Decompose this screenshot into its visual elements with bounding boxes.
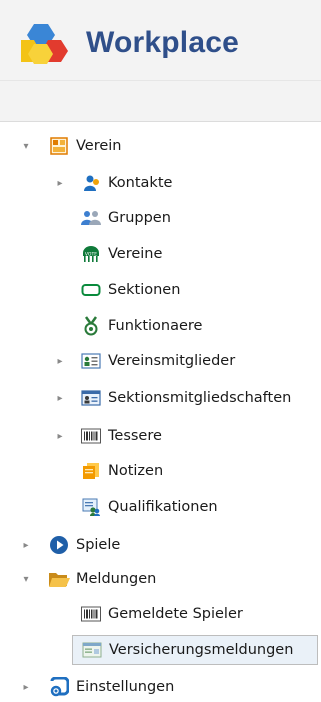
workplace-logo-icon — [21, 24, 68, 64]
expand-toggle-icon[interactable]: ▸ — [54, 383, 66, 413]
play-icon — [48, 534, 70, 556]
tag-icon — [80, 279, 102, 301]
collapse-toggle-icon[interactable]: ▾ — [20, 131, 32, 161]
tree-item-meldungen[interactable]: ▾ Meldungen — [0, 564, 321, 594]
expand-toggle-icon[interactable]: ▸ — [54, 346, 66, 376]
tree-item-einstellungen[interactable]: ▸ Einstellungen — [0, 672, 321, 702]
tree-item-label: Vereinsmitglieder — [108, 353, 236, 369]
expand-toggle-icon[interactable]: ▸ — [20, 530, 32, 560]
tree-item-label: Kontakte — [108, 175, 173, 191]
expand-toggle-icon[interactable]: ▸ — [20, 672, 32, 702]
expand-toggle-icon[interactable]: ▸ — [54, 168, 66, 198]
svg-text:VOTE: VOTE — [85, 252, 97, 258]
contacts-icon — [80, 172, 102, 194]
tree-item-label: Meldungen — [76, 571, 157, 587]
barcode-icon — [80, 603, 102, 625]
tree-item-label: Gruppen — [108, 210, 171, 226]
tree-item-vereine[interactable]: VOTE Vereine — [0, 239, 321, 269]
member-card-icon — [80, 350, 102, 372]
tree-item-sektionsmitgliedschaften[interactable]: ▸ Sektionsmitgliedschaften — [0, 383, 321, 413]
tree-item-tessere[interactable]: ▸ Tessere — [0, 421, 321, 451]
tree-item-label: Gemeldete Spieler — [108, 606, 243, 622]
tree-item-spiele[interactable]: ▸ Spiele — [0, 530, 321, 560]
tree-item-label: Spiele — [76, 537, 121, 553]
group-icon — [80, 207, 102, 229]
verein-icon — [48, 135, 70, 157]
tree-item-qualifikationen[interactable]: Qualifikationen — [0, 492, 321, 522]
tree-item-label: Sektionen — [108, 282, 181, 298]
app-title: Workplace — [86, 26, 239, 59]
tree-item-label: Einstellungen — [76, 679, 175, 695]
folder-open-icon — [48, 568, 70, 590]
barcode-icon — [80, 425, 102, 447]
notes-icon — [80, 460, 102, 482]
tree-item-label: Notizen — [108, 463, 164, 479]
tree-item-label: Funktionaere — [108, 318, 203, 334]
tree-item-kontakte[interactable]: ▸ Kontakte — [0, 168, 321, 198]
tree-item-label: Vereine — [108, 246, 163, 262]
tree-item-label: Verein — [76, 138, 122, 154]
toolbar-strip — [0, 80, 321, 122]
tree-item-verein[interactable]: ▾ Verein — [0, 131, 321, 161]
membership-card-icon — [80, 387, 102, 409]
tree-item-sektionen[interactable]: Sektionen — [0, 275, 321, 305]
vote-icon: VOTE — [80, 243, 102, 265]
tree-item-vereinsmitglieder[interactable]: ▸ Vereinsmitglieder — [0, 346, 321, 376]
tree-item-label: Versicherungsmeldungen — [109, 642, 294, 658]
tree-item-funktionaere[interactable]: Funktionaere — [0, 311, 321, 341]
medal-icon — [80, 315, 102, 337]
qualification-icon — [80, 496, 102, 518]
expand-toggle-icon[interactable]: ▸ — [54, 421, 66, 451]
insurance-card-icon — [81, 639, 103, 661]
tree-item-notizen[interactable]: Notizen — [0, 456, 321, 486]
tree-item-label: Qualifikationen — [108, 499, 218, 515]
tree-item-versicherungsmeldungen[interactable]: Versicherungsmeldungen — [72, 635, 318, 665]
tree-item-gruppen[interactable]: Gruppen — [0, 203, 321, 233]
collapse-toggle-icon[interactable]: ▾ — [20, 564, 32, 594]
tree-item-label: Sektionsmitgliedschaften — [108, 390, 292, 406]
tree-item-gemeldete-spieler[interactable]: Gemeldete Spieler — [0, 599, 321, 629]
tree-item-label: Tessere — [108, 428, 162, 444]
settings-icon — [48, 676, 70, 698]
app-header: Workplace — [0, 0, 321, 80]
